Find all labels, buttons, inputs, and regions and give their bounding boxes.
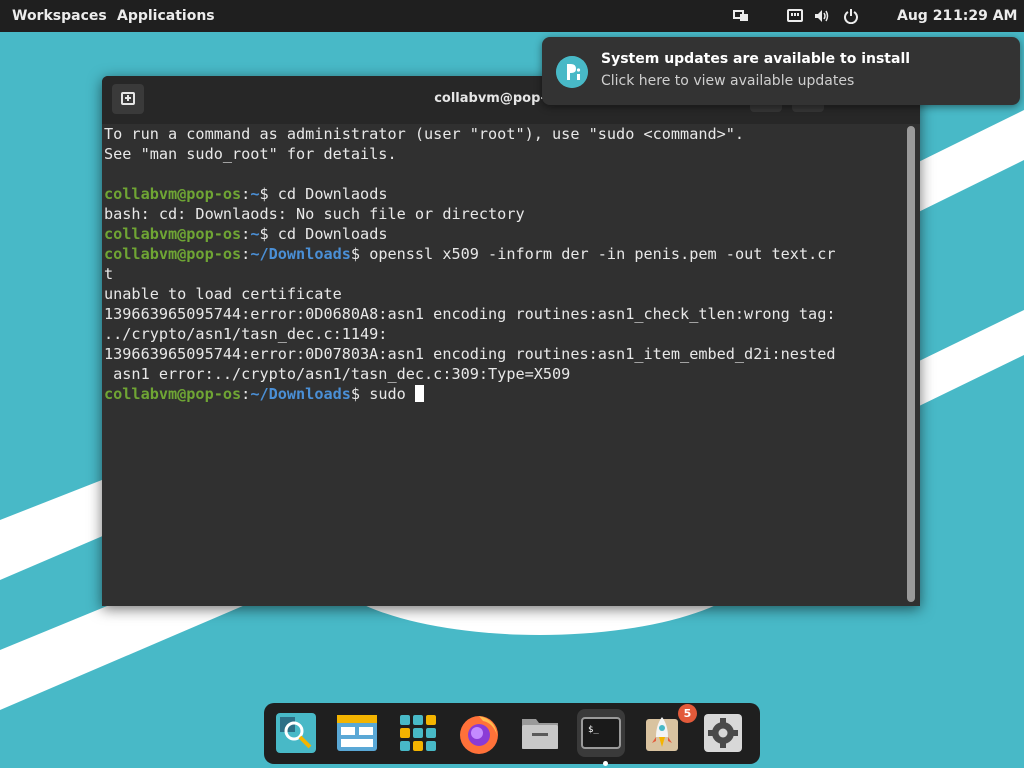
terminal-line: collabvm@pop-os:~$ cd Downlaods [104, 184, 904, 204]
volume-icon[interactable] [814, 8, 830, 24]
terminal-scrollbar[interactable] [907, 126, 915, 602]
terminal-text: $ sudo [350, 385, 415, 403]
files-icon [522, 719, 558, 749]
text-cursor [414, 385, 424, 402]
terminal-line: ../crypto/asn1/tasn_dec.c:1149: [104, 324, 904, 344]
applications-button[interactable]: Applications [117, 7, 215, 25]
terminal-line: collabvm@pop-os:~/Downloads$ openssl x50… [104, 244, 904, 264]
power-icon[interactable] [843, 8, 859, 24]
workspaces-button[interactable]: Workspaces [12, 7, 107, 25]
dock-workspaces[interactable] [333, 709, 381, 757]
terminal-text: ../crypto/asn1/tasn_dec.c:1149: [104, 325, 388, 343]
prompt-user: collabvm@pop-os [104, 245, 242, 263]
dock-terminal[interactable]: $_ [577, 709, 625, 757]
update-count-badge: 5 [678, 704, 697, 723]
dock-firefox[interactable] [455, 709, 503, 757]
terminal-text: : [241, 245, 251, 263]
terminal-line: collabvm@pop-os:~$ cd Downloads [104, 224, 904, 244]
terminal-icon: $_ [581, 717, 621, 749]
terminal-text: See "man sudo_root" for details. [104, 145, 397, 163]
terminal-line: asn1 error:../crypto/asn1/tasn_dec.c:309… [104, 364, 904, 384]
display-icon[interactable] [733, 8, 749, 24]
svg-text:$_: $_ [588, 725, 599, 735]
workspaces-icon [337, 715, 377, 751]
terminal-line: unable to load certificate [104, 284, 904, 304]
terminal-text: $ openssl x509 -inform der -in penis.pem… [350, 245, 836, 263]
terminal-text: To run a command as administrator (user … [104, 125, 745, 143]
notification-title: System updates are available to install [601, 51, 911, 67]
terminal-line: 139663965095744:error:0D0680A8:asn1 enco… [104, 304, 904, 324]
terminal-line: See "man sudo_root" for details. [104, 144, 904, 164]
search-icon [276, 713, 316, 753]
terminal-text: $ cd Downloads [259, 225, 388, 243]
terminal-line: t [104, 264, 904, 284]
firefox-icon [460, 716, 498, 754]
prompt-user: collabvm@pop-os [104, 385, 242, 403]
dock-settings[interactable] [699, 709, 747, 757]
dock-applications[interactable] [394, 709, 442, 757]
settings-icon [704, 714, 742, 752]
prompt-user: collabvm@pop-os [104, 185, 242, 203]
terminal-text: bash: cd: Downlaods: No such file or dir… [104, 205, 525, 223]
top-panel: Workspaces Applications Aug 21 1:29 AM [0, 0, 1024, 32]
terminal-line: To run a command as administrator (user … [104, 124, 904, 144]
notification-body: Click here to view available updates [601, 73, 855, 89]
terminal-text: : [241, 385, 251, 403]
terminal-text: unable to load certificate [104, 285, 342, 303]
dock-search[interactable] [272, 709, 320, 757]
terminal-line: 139663965095744:error:0D07803A:asn1 enco… [104, 344, 904, 364]
app-grid-icon [400, 715, 436, 751]
dock-files[interactable] [516, 709, 564, 757]
terminal-text: 139663965095744:error:0D07803A:asn1 enco… [104, 345, 836, 363]
prompt-path: ~/Downloads [250, 245, 351, 263]
prompt-path: ~/Downloads [250, 385, 351, 403]
clock-time[interactable]: 1:29 AM [953, 7, 1017, 25]
network-icon[interactable] [787, 8, 803, 24]
terminal-text: : [241, 185, 251, 203]
terminal-text: asn1 error:../crypto/asn1/tasn_dec.c:309… [104, 365, 571, 383]
pop-os-logo-icon [556, 56, 588, 88]
terminal-text: $ cd Downlaods [259, 185, 388, 203]
running-indicator [603, 761, 608, 766]
terminal-text: : [241, 225, 251, 243]
terminal-line: bash: cd: Downlaods: No such file or dir… [104, 204, 904, 224]
update-notification[interactable]: System updates are available to install … [542, 37, 1020, 105]
terminal-text: t [104, 265, 114, 283]
terminal-line: collabvm@pop-os:~/Downloads$ sudo [104, 384, 904, 404]
terminal-window[interactable]: collabvm@pop-os: ~/ To run a command as … [102, 76, 920, 606]
prompt-user: collabvm@pop-os [104, 225, 242, 243]
clock-date[interactable]: Aug 21 [897, 7, 952, 25]
terminal-text: 139663965095744:error:0D0680A8:asn1 enco… [104, 305, 836, 323]
terminal-output[interactable]: To run a command as administrator (user … [104, 124, 904, 604]
